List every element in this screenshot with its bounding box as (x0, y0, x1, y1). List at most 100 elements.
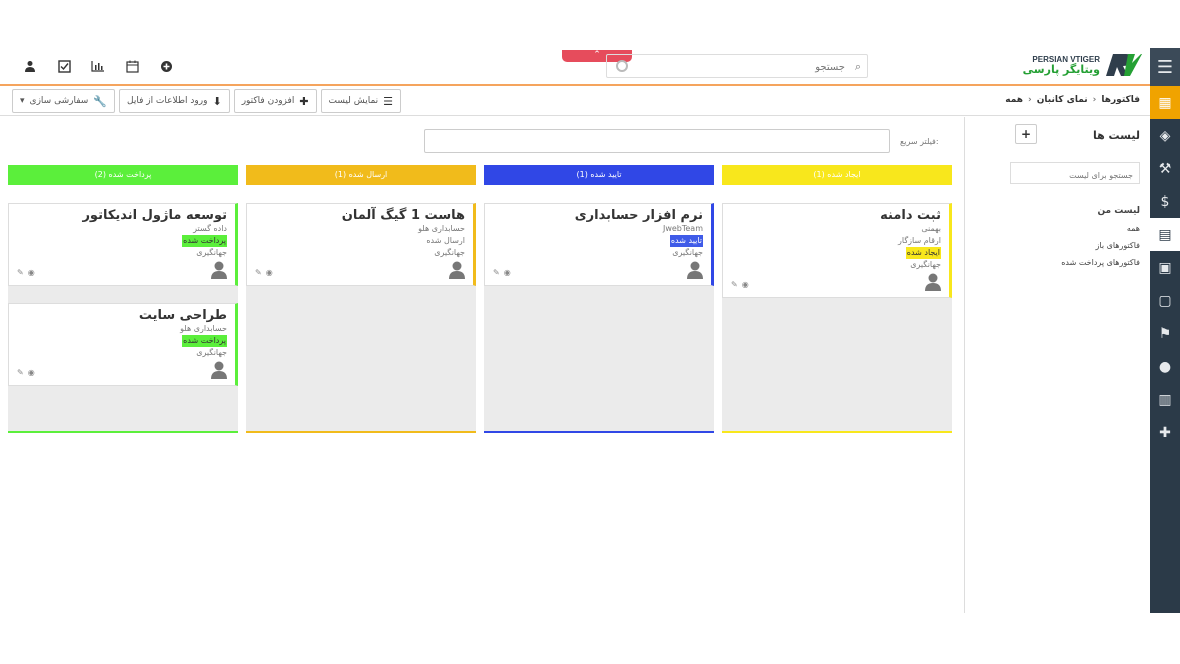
chevron-icon: ‹ (1028, 95, 1032, 105)
card-actions: ✎ ◉ (17, 268, 35, 277)
card-owner: جهانگیری (434, 248, 465, 257)
lists-title: لیست ها (1092, 129, 1140, 142)
status-badge: ایجاد شده (905, 247, 941, 259)
list-view-label: نمایش لیست (328, 96, 379, 106)
view-eye-icon[interactable]: ◉ (504, 268, 511, 277)
add-invoice-button[interactable]: افزودن فاکتور ✚ (233, 89, 317, 113)
wrench-icon: 🔧 (93, 94, 107, 108)
card-title[interactable]: هاست 1 گیگ آلمان (255, 208, 465, 223)
logo-fa: ویتایگر پارسی (1022, 62, 1100, 76)
column-header: پرداخت شده (2) (8, 165, 238, 185)
global-search[interactable]: ⌕ (606, 54, 868, 79)
hamburger-menu-icon[interactable]: ☰ (1150, 48, 1180, 86)
status-badge: پرداخت شده (182, 235, 227, 247)
card-field: حسابداری هلو (418, 224, 465, 233)
sub-header: ▾ سفارشی سازی 🔧 ورود اطلاعات از فایل ⬇ ا… (0, 86, 1150, 116)
list-item-all[interactable]: همه (1061, 220, 1140, 237)
card-title[interactable]: توسعه ماژول اندیکاتور (17, 208, 227, 223)
vendors-icon[interactable]: ⚑ (1150, 317, 1180, 350)
logo-mark-icon (1104, 52, 1142, 78)
price-book-icon[interactable]: $ (1150, 185, 1180, 218)
view-eye-icon[interactable]: ◉ (28, 268, 35, 277)
edit-icon[interactable]: ✎ (255, 268, 262, 277)
column-header: ایجاد شده (1) (722, 165, 952, 185)
list-search-input[interactable] (1011, 165, 1139, 186)
column-body: توسعه ماژول اندیکاتور داده گستر پرداخت شده… (8, 203, 238, 433)
column-header: ارسال شده (1) (246, 165, 476, 185)
edit-icon[interactable]: ✎ (493, 268, 500, 277)
card-title[interactable]: ثبت دامنه (731, 208, 941, 223)
contacts-icon[interactable]: ● (1150, 350, 1180, 383)
card-status-row: تایید شده (493, 235, 703, 247)
status-badge: پرداخت شده (182, 335, 227, 347)
view-eye-icon[interactable]: ◉ (28, 368, 35, 377)
sales-order-icon[interactable]: ▣ (1150, 251, 1180, 284)
app: ☰ ▦ ◈ ⚒ $ ▤ ▣ ▢ ⚑ ● ▥ ✚ ⌃ جستجو ⌕ PERSIA… (0, 48, 1180, 613)
quick-filter-input[interactable] (424, 129, 890, 153)
top-icons (20, 56, 176, 76)
card-title[interactable]: نرم افزار حسابداری (493, 208, 703, 223)
edit-icon[interactable]: ✎ (731, 280, 738, 289)
card-owner: جهانگیری (196, 348, 227, 357)
logo-text: PERSIAN VTIGER ویتایگر پارسی (1022, 55, 1100, 76)
column-body: نرم افزار حسابداری JwebTeam تایید شده جهانگ… (484, 203, 714, 433)
view-eye-icon[interactable]: ◉ (742, 280, 749, 289)
card-actions: ✎ ◉ (17, 368, 35, 377)
list-search[interactable] (1010, 162, 1140, 186)
status-badge: تایید شده (669, 235, 703, 247)
toolbar: ▾ سفارشی سازی 🔧 ورود اطلاعات از فایل ⬇ ا… (12, 89, 402, 113)
plus-icon: ✚ (299, 94, 309, 108)
lists-panel: لیست ها + لیست من همه فاکتورهای باز فاکت… (964, 117, 1150, 613)
extensions-icon[interactable]: ✚ (1150, 416, 1180, 449)
avatar-icon (211, 361, 227, 379)
kanban-board: فیلتر سریع: ایجاد شده (1) ثبت دامنه بهمنی ا… (0, 117, 964, 613)
services-icon[interactable]: ⚒ (1150, 152, 1180, 185)
edit-icon[interactable]: ✎ (17, 368, 24, 377)
import-button[interactable]: ورود اطلاعات از فایل ⬇ (119, 89, 230, 113)
user-icon[interactable] (20, 56, 40, 76)
my-list-title: لیست من (1097, 206, 1140, 216)
card-title[interactable]: طراحی سایت (17, 308, 227, 323)
add-circle-icon[interactable] (156, 56, 176, 76)
view-eye-icon[interactable]: ◉ (266, 268, 273, 277)
avatar-icon (211, 261, 227, 279)
customize-label: سفارشی سازی (29, 96, 89, 106)
add-invoice-label: افزودن فاکتور (241, 96, 295, 106)
list-view-button[interactable]: نمایش لیست ☰ (320, 89, 402, 113)
kanban-card[interactable]: هاست 1 گیگ آلمان حسابداری هلو ارسال شده جها… (246, 203, 476, 286)
kanban-card[interactable]: طراحی سایت حسابداری هلو پرداخت شده جهانگیری… (8, 303, 238, 386)
products-icon[interactable]: ◈ (1150, 119, 1180, 152)
purchase-order-icon[interactable]: ▢ (1150, 284, 1180, 317)
list-item-paid-invoices[interactable]: فاکتورهای پرداخت شده (1061, 254, 1140, 271)
card-actions: ✎ ◉ (255, 268, 273, 277)
top-bar: ⌃ ⌕ PERSIAN VTIGER ویتایگر پارسی (0, 48, 1150, 86)
edit-icon[interactable]: ✎ (17, 268, 24, 277)
card-field: داده گستر (193, 224, 227, 233)
organizations-icon[interactable]: ▥ (1150, 383, 1180, 416)
inventory-icon[interactable]: ▦ (1150, 86, 1180, 119)
global-search-input[interactable] (607, 56, 867, 79)
kanban-card[interactable]: ثبت دامنه بهمنی ارقام سازگار ایجاد شده جهانگ… (722, 203, 952, 298)
avatar-icon (449, 261, 465, 279)
kanban-column: پرداخت شده (2) توسعه ماژول اندیکاتور داده … (8, 165, 238, 433)
list-item-open-invoices[interactable]: فاکتورهای باز (1061, 237, 1140, 254)
card-status-row: ایجاد شده (731, 247, 941, 259)
quick-filter-label: فیلتر سریع: (900, 137, 939, 146)
calendar-icon[interactable] (122, 56, 142, 76)
chevron-down-icon: ▾ (20, 96, 25, 106)
reports-chart-icon[interactable] (88, 56, 108, 76)
my-lists: لیست من همه فاکتورهای باز فاکتورهای پردا… (1061, 203, 1140, 271)
breadcrumb-item[interactable]: فاکتورها (1101, 95, 1140, 105)
kanban-card[interactable]: توسعه ماژول اندیکاتور داده گستر پرداخت شده… (8, 203, 238, 286)
kanban-column: تایید شده (1) نرم افزار حسابداری JwebTeam ت… (484, 165, 714, 433)
tasks-checkbox-icon[interactable] (54, 56, 74, 76)
avatar-icon (925, 273, 941, 291)
kanban-card[interactable]: نرم افزار حسابداری JwebTeam تایید شده جهانگ… (484, 203, 714, 286)
add-list-button[interactable]: + (1015, 124, 1037, 144)
import-label: ورود اطلاعات از فایل (127, 96, 208, 106)
invoice-icon[interactable]: ▤ (1150, 218, 1180, 251)
breadcrumb-item[interactable]: همه (1005, 95, 1023, 105)
avatar-icon (687, 261, 703, 279)
breadcrumb-item[interactable]: نمای کانبان (1037, 95, 1088, 105)
customize-button[interactable]: ▾ سفارشی سازی 🔧 (12, 89, 115, 113)
